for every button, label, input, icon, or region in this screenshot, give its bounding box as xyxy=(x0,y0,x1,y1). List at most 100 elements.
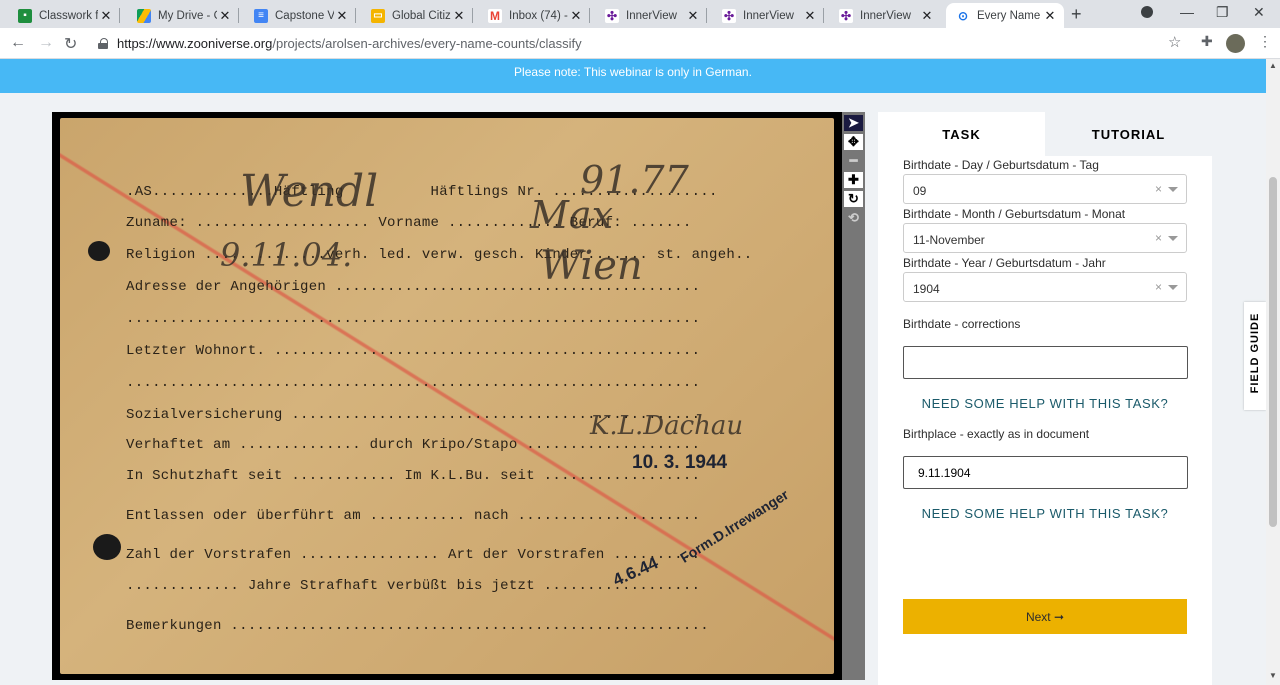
card-line: ........................................… xyxy=(126,375,701,391)
browser-tab[interactable]: M Inbox (74) - cr ✕ xyxy=(478,3,590,28)
birthdate-year-value: 1904 xyxy=(913,282,940,296)
chevron-down-icon[interactable] xyxy=(1168,236,1178,241)
bookmark-star-icon[interactable]: ☆ xyxy=(1168,33,1181,51)
punch-hole xyxy=(93,534,121,560)
birthplace-label: Birthplace - exactly as in document xyxy=(903,427,1090,441)
birthplace-field[interactable]: 9.11.1904 xyxy=(903,456,1188,489)
need-help-link[interactable]: NEED SOME HELP WITH THIS TASK? xyxy=(903,396,1187,411)
browser-toolbar: ← → ↻ https://www.zooniverse.org/project… xyxy=(0,28,1280,59)
lock-icon xyxy=(98,38,108,49)
address-bar[interactable]: https://www.zooniverse.org/projects/arol… xyxy=(93,31,1193,56)
gmail-icon: M xyxy=(488,8,502,23)
browser-tab-active[interactable]: ⊙ Every Name C ✕ xyxy=(946,3,1064,28)
close-tab-icon[interactable]: ✕ xyxy=(217,8,233,24)
birthplace-value: 9.11.1904 xyxy=(918,466,971,480)
birthdate-corrections-field[interactable] xyxy=(903,346,1188,379)
clear-icon[interactable]: × xyxy=(1155,182,1162,196)
viewer-toolbar: ➤ ✥ ━ ✚ ↻ ⟲ xyxy=(842,112,865,680)
pointer-tool-icon[interactable]: ➤ xyxy=(844,115,863,131)
browser-tab[interactable]: ✣ InnerView ✕ xyxy=(712,3,824,28)
close-tab-icon[interactable]: ✕ xyxy=(919,8,935,24)
new-tab-button[interactable]: + xyxy=(1071,4,1082,25)
close-tab-icon[interactable]: ✕ xyxy=(802,8,818,24)
forward-arrow-icon[interactable]: → xyxy=(38,34,54,52)
announcement-banner: Please note: This webinar is only in Ger… xyxy=(0,59,1266,93)
zoom-in-icon[interactable]: ✚ xyxy=(844,172,863,188)
field-guide-tab[interactable]: FIELD GUIDE xyxy=(1244,302,1266,410)
url-path: /projects/arolsen-archives/every-name-co… xyxy=(272,36,582,51)
birthdate-corrections-label: Birthdate - corrections xyxy=(903,317,1021,331)
avatar[interactable] xyxy=(1226,34,1245,53)
browser-tab[interactable]: ✣ InnerView ✕ xyxy=(829,3,941,28)
chevron-down-icon[interactable] xyxy=(1168,285,1178,290)
close-tab-icon[interactable]: ✕ xyxy=(568,8,584,24)
tab-tutorial-label: TUTORIAL xyxy=(1091,126,1166,142)
reload-icon[interactable]: ↻ xyxy=(64,34,77,54)
subject-viewer[interactable]: .AS..............Häftling Häftlings Nr. … xyxy=(52,112,842,680)
close-tab-icon[interactable]: ✕ xyxy=(685,8,701,24)
page-scrollbar[interactable]: ▲ ▼ xyxy=(1266,59,1280,685)
browser-tab[interactable]: ▪ Classwork for ✕ xyxy=(8,3,120,28)
extensions-puzzle-icon[interactable]: ✚ xyxy=(1201,33,1213,50)
field-guide-label: FIELD GUIDE xyxy=(1249,312,1261,394)
handwritten-surname: Wendl xyxy=(240,166,379,217)
need-help-link[interactable]: NEED SOME HELP WITH THIS TASK? xyxy=(903,506,1187,521)
task-panel: TASK TUTORIAL Birthdate - Day / Geburtsd… xyxy=(878,112,1212,685)
birthdate-month-label: Birthdate - Month / Geburtsdatum - Monat xyxy=(903,207,1126,221)
url-text[interactable]: https://www.zooniverse.org/projects/arol… xyxy=(117,36,582,51)
reset-view-icon[interactable]: ⟲ xyxy=(844,210,863,226)
zoom-out-icon[interactable]: ━ xyxy=(844,153,863,169)
birthdate-day-label: Birthdate - Day / Geburtsdatum - Tag xyxy=(903,158,1099,172)
card-line: In Schutzhaft seit ............ Im K.L.B… xyxy=(126,468,701,484)
innerview-icon: ✣ xyxy=(839,8,853,23)
rotate-icon[interactable]: ↻ xyxy=(844,191,863,207)
card-line: Zahl der Vorstrafen ................ Art… xyxy=(126,547,701,563)
tab-title: My Drive - Go xyxy=(158,9,217,22)
next-button[interactable]: Next ➞ xyxy=(903,599,1187,634)
birthdate-month-select[interactable]: 11-November × xyxy=(903,223,1187,253)
classroom-icon: ▪ xyxy=(18,8,32,23)
tab-title: Global Citizen xyxy=(392,9,451,22)
back-arrow-icon[interactable]: ← xyxy=(10,34,26,52)
close-tab-icon[interactable]: ✕ xyxy=(451,8,467,24)
punch-hole xyxy=(88,241,110,261)
browser-tab[interactable]: My Drive - Go ✕ xyxy=(127,3,239,28)
birthdate-day-select[interactable]: 09 × xyxy=(903,174,1187,204)
tab-title: InnerView xyxy=(860,9,911,22)
clear-icon[interactable]: × xyxy=(1155,231,1162,245)
close-tab-icon[interactable]: ✕ xyxy=(98,8,114,24)
close-tab-icon[interactable]: ✕ xyxy=(1042,8,1058,24)
handwritten-firstname: Max xyxy=(530,193,613,237)
innerview-icon: ✣ xyxy=(605,8,619,23)
close-window-button[interactable]: ✕ xyxy=(1253,4,1265,21)
pan-tool-icon[interactable]: ✥ xyxy=(844,134,863,150)
clear-icon[interactable]: × xyxy=(1155,280,1162,294)
tab-task[interactable]: TASK xyxy=(878,112,1045,156)
browser-tab[interactable]: ≡ Capstone Vide ✕ xyxy=(244,3,356,28)
scrollbar-thumb[interactable] xyxy=(1269,177,1277,527)
browser-tab[interactable]: ▭ Global Citizen ✕ xyxy=(361,3,473,28)
minimize-button[interactable]: — xyxy=(1180,4,1194,20)
close-tab-icon[interactable]: ✕ xyxy=(334,8,350,24)
chevron-down-icon[interactable] xyxy=(1168,187,1178,192)
menu-dots-icon[interactable]: ⋮ xyxy=(1258,33,1272,50)
birthdate-month-value: 11-November xyxy=(913,233,985,247)
tab-task-label: TASK xyxy=(942,126,981,142)
tab-title: Classwork for xyxy=(39,9,98,22)
handwritten-camp: K.L.Dachau xyxy=(590,411,744,441)
tab-tutorial[interactable]: TUTORIAL xyxy=(1045,112,1212,156)
card-line: Letzter Wohnort. .......................… xyxy=(126,343,701,359)
innerview-icon: ✣ xyxy=(722,8,736,23)
scroll-up-icon[interactable]: ▲ xyxy=(1269,61,1277,70)
handwritten-birthplace: Wien xyxy=(540,243,643,289)
maximize-button[interactable]: ❐ xyxy=(1216,4,1229,21)
browser-tab[interactable]: ✣ InnerView ✕ xyxy=(595,3,707,28)
birthdate-year-select[interactable]: 1904 × xyxy=(903,272,1187,302)
tab-title: Inbox (74) - cr xyxy=(509,9,568,22)
stamp-date: 10. 3. 1944 xyxy=(632,452,728,473)
tab-title: Every Name C xyxy=(977,9,1042,22)
scroll-down-icon[interactable]: ▼ xyxy=(1269,671,1277,680)
slides-icon: ▭ xyxy=(371,8,385,23)
profile-menu-icon[interactable] xyxy=(1141,6,1153,18)
birthdate-day-value: 09 xyxy=(913,184,927,198)
